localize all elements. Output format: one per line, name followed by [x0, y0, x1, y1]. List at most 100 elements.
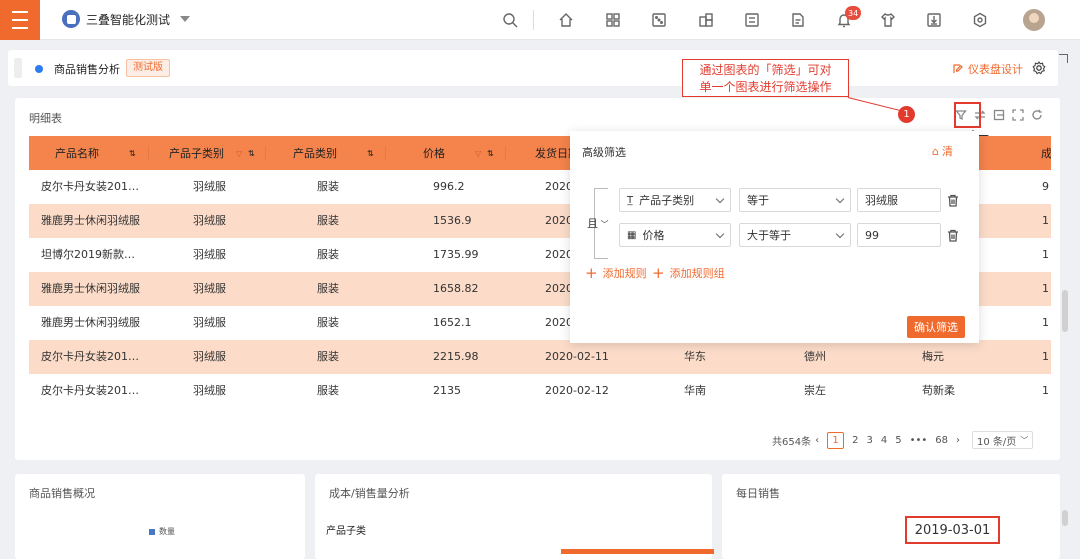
- chevron-down-icon: [835, 194, 845, 204]
- legend-label: 数量: [159, 527, 175, 536]
- column-divider: [505, 146, 506, 160]
- settings-icon[interactable]: [972, 12, 988, 28]
- list-icon[interactable]: [744, 12, 760, 28]
- number-field-icon: ▦: [627, 229, 637, 241]
- column-header-subcategory[interactable]: 产品子类别: [169, 136, 224, 170]
- pagination: 共654条 ‹ 1 2 3 4 5 ••• 68 › 10 条/页 ﹀: [772, 430, 1034, 450]
- table-cell: 坦博尔2019新款…: [41, 248, 135, 261]
- clear-filter-button[interactable]: ⌂ 清: [932, 143, 953, 159]
- workspace-switcher[interactable]: 三叠智能化测试: [62, 10, 191, 28]
- search-icon[interactable]: [502, 12, 518, 28]
- gear-icon[interactable]: [1032, 61, 1046, 75]
- table-cell: 羽绒服: [193, 384, 226, 397]
- sort-icon[interactable]: ⇅: [248, 136, 255, 170]
- table-cell: 崇左: [804, 384, 826, 397]
- step-number-badge: 1: [898, 106, 915, 123]
- logic-select[interactable]: 且 ﹀: [587, 215, 609, 231]
- rule-operator-value: 大于等于: [747, 229, 791, 242]
- rule-field-select[interactable]: ▦ 价格: [619, 223, 731, 247]
- delete-rule-icon[interactable]: [947, 229, 959, 242]
- table-cell: 1: [1042, 282, 1049, 295]
- caret-down-icon: [180, 16, 191, 22]
- column-header-product-name[interactable]: 产品名称: [55, 136, 99, 170]
- expand-icon[interactable]: [1012, 109, 1024, 121]
- column-label: 价格: [423, 147, 445, 160]
- column-divider: [385, 146, 386, 160]
- grid-icon[interactable]: [605, 12, 621, 28]
- add-rule-group-label: 添加规则组: [669, 267, 725, 280]
- add-rule-button[interactable]: + 添加规则: [585, 265, 647, 281]
- table-cell: 服装: [317, 384, 339, 397]
- add-rule-label: 添加规则: [602, 267, 647, 280]
- confirm-filter-button[interactable]: 确认筛选: [907, 316, 965, 338]
- rule-value-input[interactable]: 99: [857, 223, 941, 247]
- next-page-button[interactable]: ›: [956, 435, 960, 446]
- fullscreen-corner-icon[interactable]: [1059, 54, 1068, 63]
- vertical-scrollbar[interactable]: [1062, 290, 1068, 332]
- table-cell: 2215.98: [433, 350, 479, 363]
- table-row[interactable]: 皮尔卡丹女装201… 羽绒服 服装 2135 2020-02-12 华南 崇左 苟新柔 1: [29, 374, 1051, 408]
- rule-operator-select[interactable]: 等于: [739, 188, 851, 212]
- column-header-price[interactable]: 价格: [423, 136, 445, 170]
- legend-swatch: [149, 528, 155, 535]
- more-pages-button[interactable]: •••: [910, 435, 928, 446]
- page-button[interactable]: 5: [895, 435, 901, 446]
- prev-page-button[interactable]: ‹: [815, 435, 819, 446]
- card-title: 明细表: [29, 112, 62, 125]
- shirt-icon[interactable]: [880, 12, 896, 28]
- rule-operator-value: 等于: [747, 194, 769, 207]
- home-icon[interactable]: [558, 12, 574, 28]
- table-cell: 皮尔卡丹女装201…: [41, 384, 139, 397]
- column-label: 产品子类别: [169, 147, 224, 160]
- user-avatar[interactable]: [1023, 9, 1045, 31]
- table-cell: 1735.99: [433, 248, 479, 261]
- table-cell: 雅鹿男士休闲羽绒服: [41, 214, 140, 227]
- sidebar-collapse-handle[interactable]: [14, 58, 22, 78]
- hamburger-icon: [12, 8, 28, 32]
- rule-operator-select[interactable]: 大于等于: [739, 223, 851, 247]
- cost-analysis-card: 成本/销售量分析 产品子类: [315, 474, 714, 559]
- dashboard-design-button[interactable]: 仪表盘设计: [952, 61, 1023, 77]
- page-button[interactable]: 68: [935, 435, 948, 446]
- page-button[interactable]: 3: [866, 435, 872, 446]
- rule-value-input[interactable]: 羽绒服: [857, 188, 941, 212]
- highlighted-date: 2019-03-01: [905, 516, 1000, 544]
- filter-active-icon[interactable]: ▽: [475, 136, 481, 170]
- sort-icon[interactable]: ⇅: [367, 136, 374, 170]
- page-button[interactable]: 4: [881, 435, 887, 446]
- column-header-category[interactable]: 产品类别: [293, 136, 337, 170]
- top-bar: 三叠智能化测试 34: [0, 0, 1080, 40]
- rule-field-select[interactable]: T̲ 产品子类别: [619, 188, 731, 212]
- vertical-scrollbar[interactable]: [1062, 510, 1068, 526]
- table-cell: 羽绒服: [193, 180, 226, 193]
- filter-active-icon[interactable]: ▽: [236, 136, 242, 170]
- add-rule-group-button[interactable]: + 添加规则组: [652, 265, 725, 281]
- workspace-name: 三叠智能化测试: [86, 12, 171, 27]
- table-cell: 羽绒服: [193, 248, 226, 261]
- column-header-cost[interactable]: 成本: [1041, 136, 1051, 170]
- table-row[interactable]: 皮尔卡丹女装201… 羽绒服 服装 2215.98 2020-02-11 华东 德州 梅元 1: [29, 340, 1051, 374]
- table-cell: 羽绒服: [193, 214, 226, 227]
- page-size-select[interactable]: 10 条/页 ﹀: [972, 431, 1034, 449]
- page-button[interactable]: 2: [852, 435, 858, 446]
- daily-sales-card: 每日销售 2019-03-01: [722, 474, 1060, 559]
- table-cell: 1: [1042, 316, 1049, 329]
- rule-field-value: 价格: [642, 229, 665, 242]
- refresh-icon[interactable]: [1031, 109, 1043, 121]
- delete-rule-icon[interactable]: [947, 194, 959, 207]
- dice-icon[interactable]: [651, 12, 667, 28]
- menu-button[interactable]: [0, 0, 40, 40]
- chart-legend[interactable]: 数量: [149, 526, 175, 537]
- page-button-current[interactable]: 1: [827, 431, 845, 449]
- report-icon[interactable]: [790, 12, 806, 28]
- card-title: 成本/销售量分析: [329, 487, 410, 500]
- page-size-value: 10 条/页: [977, 436, 1017, 448]
- sort-icon[interactable]: ⇅: [129, 136, 136, 170]
- export-icon[interactable]: [993, 109, 1005, 121]
- chevron-down-icon: [715, 194, 725, 204]
- download-icon[interactable]: [926, 12, 942, 28]
- table-cell: 羽绒服: [193, 350, 226, 363]
- sort-icon[interactable]: ⇅: [487, 136, 494, 170]
- chevron-down-icon: ﹀: [598, 220, 609, 229]
- cube-icon[interactable]: [698, 12, 714, 28]
